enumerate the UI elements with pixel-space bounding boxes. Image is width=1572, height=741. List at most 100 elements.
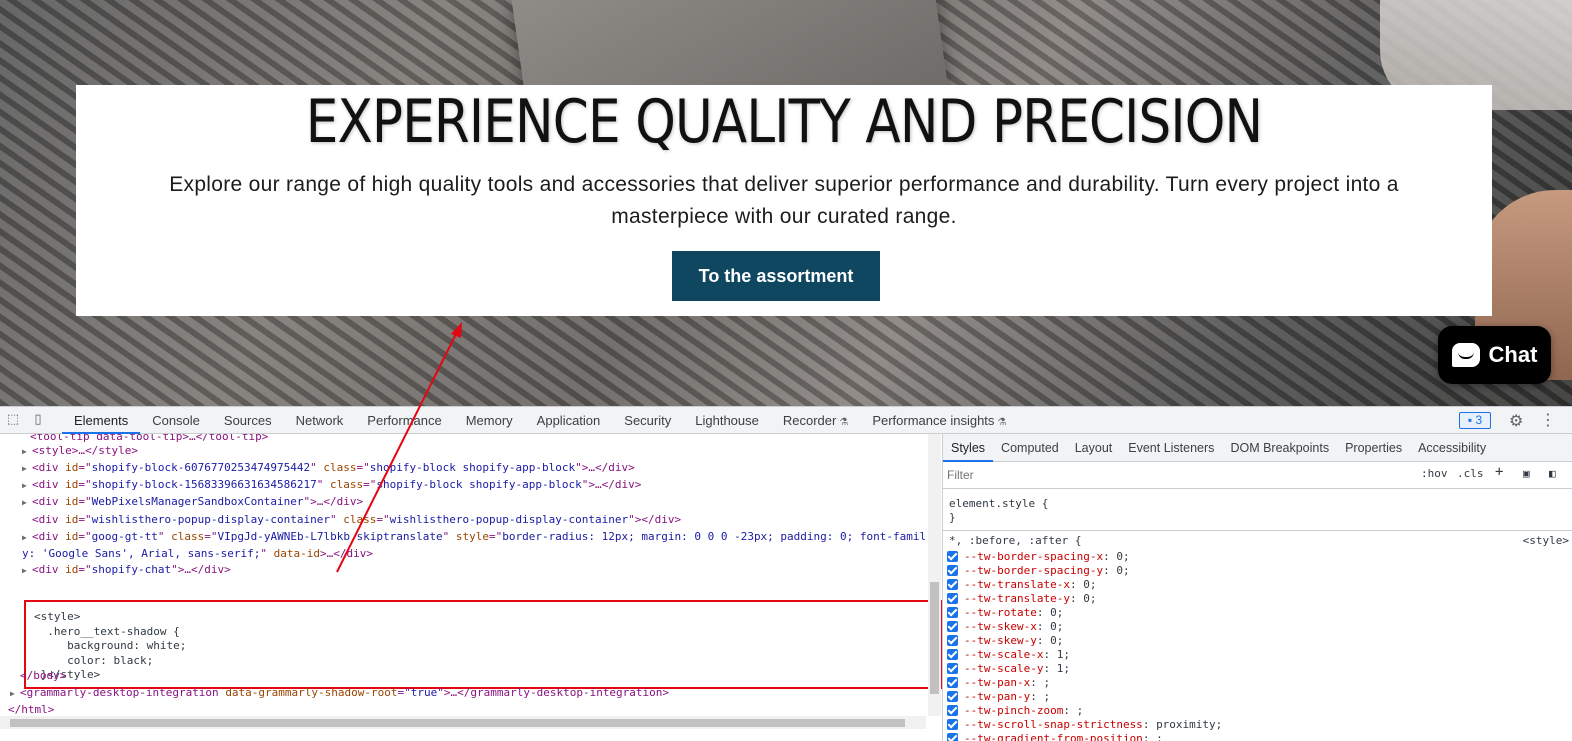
css-property-row[interactable]: --tw-border-spacing-y: 0; <box>947 564 1130 578</box>
property-checkbox[interactable] <box>947 579 958 590</box>
expand-triangle-icon[interactable]: ▶ <box>22 443 32 460</box>
css-property-row[interactable]: --tw-scale-y: 1; <box>947 662 1070 676</box>
property-name[interactable]: --tw-skew-y <box>964 634 1037 647</box>
tab-computed[interactable]: Computed <box>993 434 1067 462</box>
tab-lighthouse[interactable]: Lighthouse <box>683 407 771 434</box>
property-checkbox[interactable] <box>947 733 958 741</box>
tree-line[interactable]: ▶ <div id="WebPixelsManagerSandboxContain… <box>22 493 363 511</box>
scrollbar-thumb[interactable] <box>10 719 905 727</box>
css-property-row[interactable]: --tw-scroll-snap-strictness: proximity; <box>947 718 1222 732</box>
css-property-row[interactable]: --tw-translate-x: 0; <box>947 578 1096 592</box>
universal-rule-selector[interactable]: *, :before, :after { <box>949 534 1572 548</box>
css-property-row[interactable]: --tw-pinch-zoom: ; <box>947 704 1083 718</box>
property-name[interactable]: --tw-translate-x <box>964 578 1070 591</box>
tab-recorder-wrap[interactable]: Recorder ⚗ <box>771 407 860 434</box>
property-value[interactable]: 0 <box>1050 606 1057 619</box>
toggle-sidebar-icon[interactable]: ◧ <box>1549 467 1556 480</box>
property-name[interactable]: --tw-gradient-from-position <box>964 732 1143 741</box>
property-checkbox[interactable] <box>947 663 958 674</box>
expand-triangle-icon[interactable]: ▶ <box>10 685 20 702</box>
property-value[interactable]: 0 <box>1050 634 1057 647</box>
css-property-row[interactable]: --tw-translate-y: 0; <box>947 592 1096 606</box>
inspect-element-icon[interactable]: ⬚ <box>5 412 21 428</box>
cls-toggle[interactable]: .cls <box>1457 467 1484 480</box>
css-property-row[interactable]: --tw-pan-y: ; <box>947 690 1050 704</box>
tab-memory[interactable]: Memory <box>454 407 525 434</box>
tree-line[interactable]: ▶ <div id="shopify-block-6076770253474975… <box>22 459 635 477</box>
css-property-row[interactable]: --tw-skew-y: 0; <box>947 634 1063 648</box>
tab-dom-breakpoints[interactable]: DOM Breakpoints <box>1222 434 1337 462</box>
css-property-row[interactable]: --tw-rotate: 0; <box>947 606 1063 620</box>
expand-triangle-icon[interactable]: ▶ <box>22 562 32 579</box>
tree-line[interactable]: ▶ <div id="shopify-chat">…</div> <box>22 561 231 579</box>
more-options-icon[interactable]: ⋮ <box>1540 410 1556 429</box>
css-property-row[interactable]: --tw-skew-x: 0; <box>947 620 1063 634</box>
hov-toggle[interactable]: :hov <box>1421 467 1448 480</box>
settings-gear-icon[interactable]: ⚙ <box>1509 411 1523 430</box>
paint-brush-icon[interactable]: ▣ <box>1523 467 1530 480</box>
tree-line[interactable]: ▶ <div id="shopify-block-1568339663163458… <box>22 476 641 494</box>
property-value[interactable]: 0 <box>1116 550 1123 563</box>
tab-application[interactable]: Application <box>525 407 613 434</box>
property-checkbox[interactable] <box>947 565 958 576</box>
horizontal-scrollbar[interactable] <box>0 716 926 729</box>
issues-badge[interactable]: ▪ 3 <box>1459 412 1491 429</box>
tab-accessibility[interactable]: Accessibility <box>1410 434 1494 462</box>
chat-button[interactable]: Chat <box>1438 326 1551 384</box>
property-value[interactable]: 0 <box>1116 564 1123 577</box>
vertical-scrollbar[interactable] <box>928 434 941 716</box>
property-name[interactable]: --tw-scale-x <box>964 648 1043 661</box>
property-checkbox[interactable] <box>947 719 958 730</box>
property-name[interactable]: --tw-scale-y <box>964 662 1043 675</box>
tab-event-listeners[interactable]: Event Listeners <box>1120 434 1222 462</box>
edited-style-code[interactable]: <style> .hero__text-shadow { background:… <box>34 610 939 683</box>
property-value[interactable]: 0 <box>1050 620 1057 633</box>
property-name[interactable]: --tw-skew-x <box>964 620 1037 633</box>
property-name[interactable]: --tw-pinch-zoom <box>964 704 1063 717</box>
tree-line[interactable]: <div id="wishlisthero-popup-display-cont… <box>32 511 681 528</box>
property-name[interactable]: --tw-rotate <box>964 606 1037 619</box>
css-property-row[interactable]: --tw-pan-x: ; <box>947 676 1050 690</box>
tab-layout[interactable]: Layout <box>1067 434 1121 462</box>
tab-performance[interactable]: Performance <box>355 407 453 434</box>
scrollbar-thumb[interactable] <box>930 582 939 694</box>
expand-triangle-icon[interactable]: ▶ <box>22 460 32 477</box>
css-property-row[interactable]: --tw-border-spacing-x: 0; <box>947 550 1130 564</box>
property-name[interactable]: --tw-border-spacing-y <box>964 564 1103 577</box>
property-name[interactable]: --tw-scroll-snap-strictness <box>964 718 1143 731</box>
new-rule-plus-icon[interactable]: + <box>1495 464 1503 480</box>
expand-triangle-icon[interactable]: ▶ <box>22 494 32 511</box>
style-source-link[interactable]: <style> <box>1523 534 1569 548</box>
expand-triangle-icon[interactable]: ▶ <box>22 529 32 546</box>
property-name[interactable]: --tw-pan-x <box>964 676 1030 689</box>
property-checkbox[interactable] <box>947 649 958 660</box>
tab-styles[interactable]: Styles <box>943 434 994 462</box>
property-value[interactable]: 0 <box>1083 592 1090 605</box>
property-name[interactable]: --tw-pan-y <box>964 690 1030 703</box>
tab-network[interactable]: Network <box>284 407 356 434</box>
css-property-row[interactable]: --tw-scale-x: 1; <box>947 648 1070 662</box>
css-property-row[interactable]: --tw-gradient-from-position: ; <box>947 732 1163 741</box>
tab-performance-insights-wrap[interactable]: Performance insights ⚗ <box>860 407 1018 434</box>
tree-line-wrap[interactable]: y: 'Google Sans', Arial, sans-serif;" da… <box>22 545 373 562</box>
tab-sources[interactable]: Sources <box>212 407 284 434</box>
tab-elements[interactable]: Elements <box>62 407 141 434</box>
element-style-rule[interactable]: element.style { } <box>949 497 1572 525</box>
property-value[interactable]: 0 <box>1083 578 1090 591</box>
tree-line[interactable]: </body> <box>20 667 66 684</box>
tree-line[interactable]: ▶ <div id="goog-gt-tt" class="VIpgJd-yAWN… <box>22 528 926 546</box>
expand-triangle-icon[interactable]: ▶ <box>22 477 32 494</box>
property-checkbox[interactable] <box>947 691 958 702</box>
styles-filter-input[interactable] <box>947 465 1409 485</box>
property-checkbox[interactable] <box>947 621 958 632</box>
property-checkbox[interactable] <box>947 677 958 688</box>
property-checkbox[interactable] <box>947 705 958 716</box>
property-checkbox[interactable] <box>947 607 958 618</box>
property-checkbox[interactable] <box>947 593 958 604</box>
edit-as-html-box[interactable]: <style> .hero__text-shadow { background:… <box>24 600 942 689</box>
tree-line[interactable]: ▶ <style>…</style> <box>22 442 138 460</box>
tab-properties[interactable]: Properties <box>1337 434 1410 462</box>
property-name[interactable]: --tw-translate-y <box>964 592 1070 605</box>
property-name[interactable]: --tw-border-spacing-x <box>964 550 1103 563</box>
property-checkbox[interactable] <box>947 551 958 562</box>
